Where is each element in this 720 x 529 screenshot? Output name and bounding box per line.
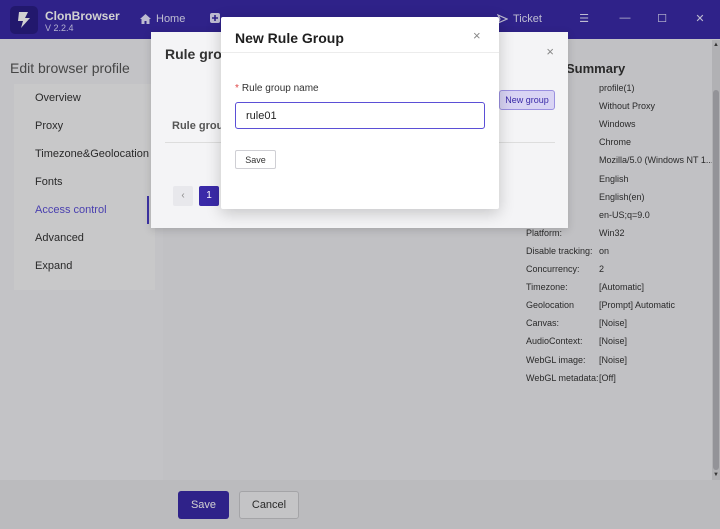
new-group-button[interactable]: New group xyxy=(499,90,555,110)
page-number-button[interactable]: 1 xyxy=(199,186,219,206)
required-mark: * xyxy=(235,83,239,94)
rule-group-name-label-text: Rule group name xyxy=(241,83,319,94)
prev-page-icon[interactable]: ‹ xyxy=(173,186,193,206)
rule-group-close-icon[interactable]: × xyxy=(546,44,554,59)
rule-group-name-input[interactable] xyxy=(235,102,485,129)
rule-group-name-label: * Rule group name xyxy=(235,83,319,94)
modal-save-button[interactable]: Save xyxy=(235,150,276,169)
modal-divider xyxy=(221,52,499,53)
modal-close-icon[interactable]: × xyxy=(473,28,481,43)
new-rule-group-modal: New Rule Group × *Rule group name Save xyxy=(221,17,499,209)
modal-title: New Rule Group xyxy=(235,30,344,46)
